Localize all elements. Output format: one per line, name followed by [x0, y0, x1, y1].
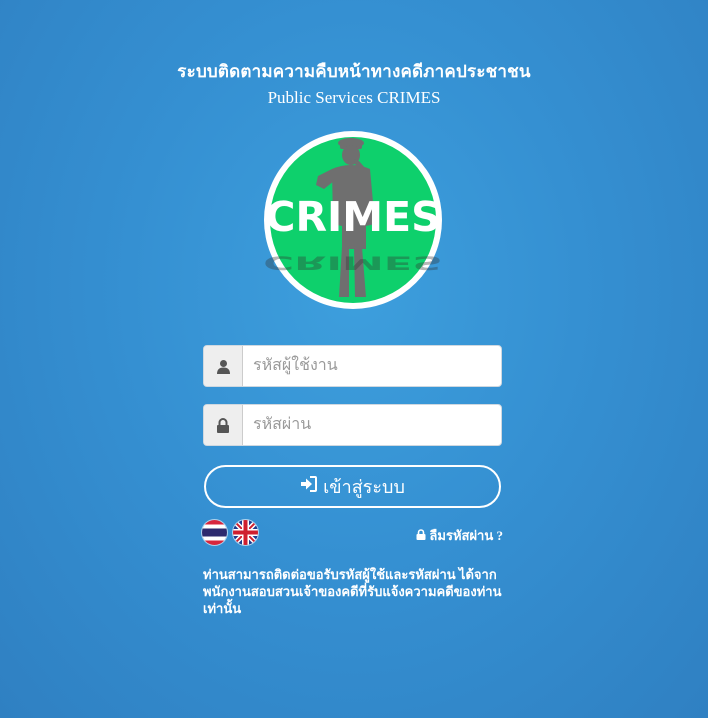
sign-in-icon	[300, 476, 318, 497]
page-title-english: Public Services CRIMES	[267, 88, 441, 107]
password-input[interactable]	[243, 405, 501, 445]
password-field-group	[203, 404, 502, 446]
page-title-thai: ระบบติดตามความคืบหน้าทางคดีภาคประชาชน	[177, 62, 531, 81]
contact-note: ท่านสามารถติดต่อขอรับรหัสผู้ใช้และรหัสผ่…	[203, 567, 502, 616]
username-field-group	[203, 345, 502, 387]
lock-icon	[416, 528, 426, 544]
login-button-label: เข้าสู่ระบบ	[323, 477, 405, 497]
svg-text:CRIMES: CRIMES	[263, 252, 442, 274]
forgot-password-label: ลืมรหัสผ่าน ?	[429, 528, 503, 543]
user-icon	[204, 346, 243, 386]
crimes-logo: CRIMES CRIMES	[262, 129, 444, 311]
username-input[interactable]	[243, 346, 501, 386]
thai-flag-icon[interactable]	[202, 520, 227, 545]
logo-text: CRIMES	[265, 193, 440, 241]
lock-icon	[204, 405, 243, 445]
uk-flag-icon[interactable]	[233, 520, 258, 545]
login-button[interactable]: เข้าสู่ระบบ	[204, 465, 501, 508]
forgot-password-link[interactable]: ลืมรหัสผ่าน ?	[416, 525, 503, 546]
